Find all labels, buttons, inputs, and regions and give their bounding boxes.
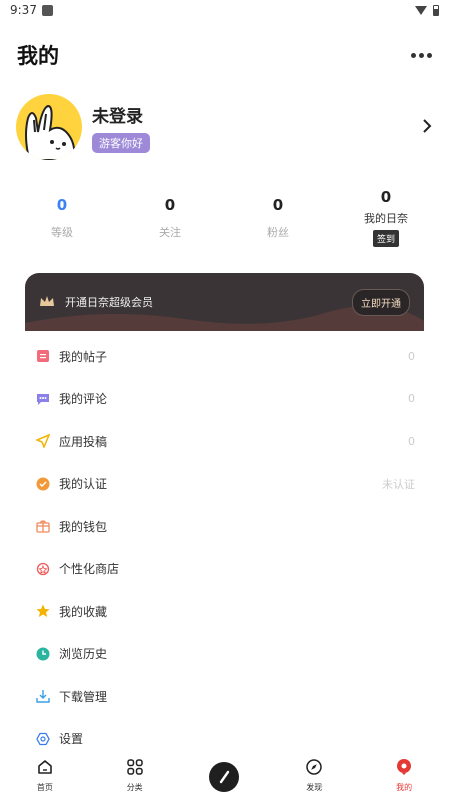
menu-item-label: 浏览历史 [59,647,108,662]
page-title: 我的 [17,44,59,68]
avatar[interactable] [16,94,82,160]
menu-item-label: 我的认证 [59,477,108,492]
wallet-icon [35,518,51,534]
status-bar: 9:37 [0,0,449,20]
vip-open-button[interactable]: 立即开通 [352,288,410,316]
comment-icon [35,391,51,407]
page-header: 我的 [17,40,432,70]
menu-item-value: 未认证 [382,477,415,491]
star-icon [35,603,51,619]
tab-category[interactable]: 分类 [90,752,180,799]
user-name: 未登录 [92,106,143,127]
status-time: 9:37 [10,3,37,17]
tab-profile[interactable]: 我的 [359,752,449,799]
battery-icon [433,4,439,16]
post-icon [35,348,51,364]
menu-item-app-submit[interactable]: 应用投稿 0 [25,420,424,463]
tab-discover[interactable]: 发现 [269,752,359,799]
menu-item-personal-store[interactable]: 个性化商店 [25,548,424,591]
stat-value: 0 [272,196,284,214]
menu-item-label: 个性化商店 [59,562,120,577]
menu-item-my-verification[interactable]: 我的认证 未认证 [25,463,424,506]
menu-list: 我的帖子 0 我的评论 0 应用投稿 0 我的认证 未认证 我的钱包 个性化商店 [25,335,424,760]
menu-item-label: 我的收藏 [59,604,108,619]
menu-item-label: 设置 [59,732,84,747]
menu-item-download-manager[interactable]: 下载管理 [25,675,424,718]
menu-item-my-favorites[interactable]: 我的收藏 [25,590,424,633]
wifi-icon [415,5,427,15]
stat-label: 我的日奈 [364,212,408,225]
menu-item-label: 我的评论 [59,392,108,407]
menu-item-value: 0 [408,349,415,363]
menu-item-label: 下载管理 [59,689,108,704]
stat-level[interactable]: 0 等级 [8,188,116,248]
menu-item-value: 0 [408,434,415,448]
chevron-right-icon[interactable] [422,115,432,140]
tab-label: 首页 [36,783,53,792]
status-icons [415,4,439,16]
menu-item-label: 我的钱包 [59,519,108,534]
stat-following[interactable]: 0 关注 [116,188,224,248]
guest-badge: 游客你好 [92,132,150,153]
stat-label: 粉丝 [267,226,289,239]
tab-label: 分类 [126,783,143,792]
menu-item-label: 应用投稿 [59,434,108,449]
menu-item-my-posts[interactable]: 我的帖子 0 [25,335,424,378]
settings-icon [35,731,51,747]
tab-label: 我的 [396,783,413,792]
verify-icon [35,476,51,492]
more-options-icon[interactable] [411,47,432,64]
stat-label: 等级 [51,226,73,239]
history-icon [35,646,51,662]
tab-compose[interactable] [180,752,270,799]
download-icon [35,688,51,704]
menu-item-label: 我的帖子 [59,349,108,364]
menu-item-my-wallet[interactable]: 我的钱包 [25,505,424,548]
discover-icon [305,758,323,780]
notification-icon [41,4,53,16]
tab-home[interactable]: 首页 [0,752,90,799]
bottom-tab-bar: 首页 分类 发现 我的 [0,752,449,799]
stats-row: 0 等级 0 关注 0 粉丝 0 我的日奈 签到 [0,188,449,248]
submit-icon [35,433,51,449]
menu-item-browse-history[interactable]: 浏览历史 [25,633,424,676]
home-icon [36,758,54,780]
compose-icon [209,761,240,792]
profile-icon [395,758,413,780]
profile-info: 未登录 游客你好 [92,102,150,153]
stat-fans[interactable]: 0 粉丝 [224,188,332,248]
stat-label: 关注 [159,226,181,239]
vip-banner[interactable]: 开通日奈超级会员 立即开通 [25,273,424,331]
stat-value: 0 [380,188,392,206]
category-icon [126,758,144,780]
sign-in-button[interactable]: 签到 [372,230,399,247]
menu-item-value: 0 [408,392,415,406]
profile-card[interactable]: 未登录 游客你好 [16,94,436,160]
stat-value: 0 [164,196,176,214]
tab-label: 发现 [306,783,323,792]
stat-value: 0 [56,196,68,214]
menu-item-my-comments[interactable]: 我的评论 0 [25,378,424,421]
store-icon [35,561,51,577]
stat-my-rinai[interactable]: 0 我的日奈 签到 [332,188,440,248]
